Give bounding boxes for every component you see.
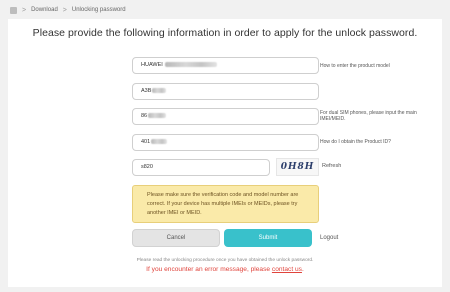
redacted-text (165, 62, 218, 68)
imei2-value: 86 (141, 113, 148, 119)
breadcrumb-separator: > (62, 6, 67, 14)
error-message-suffix: . (301, 266, 304, 273)
cancel-button[interactable]: Cancel (132, 229, 220, 247)
imei1-field[interactable]: A3B (132, 83, 319, 100)
breadcrumb: > Download > Unlocking password (10, 4, 126, 16)
product-id-hint[interactable]: How do I obtain the Product ID? (320, 139, 424, 145)
page-title: Please provide the following information… (32, 27, 418, 39)
unlock-form-card: Please provide the following information… (8, 19, 442, 287)
procedure-footnote: Please read the unlocking procedure once… (136, 258, 314, 263)
product-model-value: HUAWEI (141, 62, 165, 68)
refresh-captcha-link[interactable]: Refresh (322, 163, 341, 169)
submit-button[interactable]: Submit (224, 229, 312, 247)
redacted-text (152, 88, 167, 94)
breadcrumb-unlocking-password: Unlocking password (71, 7, 126, 13)
imei1-value: A3B (141, 88, 152, 94)
captcha-image: 0H8H (276, 158, 319, 176)
imei2-hint: For dual SIM phones, please input the ma… (320, 110, 417, 122)
redacted-text (148, 113, 167, 119)
breadcrumb-separator: > (22, 6, 27, 14)
home-icon[interactable] (10, 6, 17, 14)
verification-notice: Please make sure the verification code a… (132, 185, 319, 223)
logout-link[interactable]: Logout (320, 235, 338, 241)
product-id-field[interactable]: 401 (132, 134, 319, 151)
product-model-field[interactable]: HUAWEI (132, 57, 319, 74)
captcha-input[interactable]: s820 (132, 159, 270, 176)
error-message-text: If you encounter an error message, pleas… (146, 266, 272, 273)
error-message-note: If you encounter an error message, pleas… (8, 266, 442, 273)
imei2-field[interactable]: 86 (132, 108, 319, 125)
contact-us-link[interactable]: contact us (272, 266, 302, 273)
breadcrumb-download[interactable]: Download (31, 7, 58, 13)
product-model-hint[interactable]: How to enter the product model (320, 63, 424, 69)
redacted-text (151, 139, 168, 145)
product-id-value: 401 (141, 139, 151, 145)
